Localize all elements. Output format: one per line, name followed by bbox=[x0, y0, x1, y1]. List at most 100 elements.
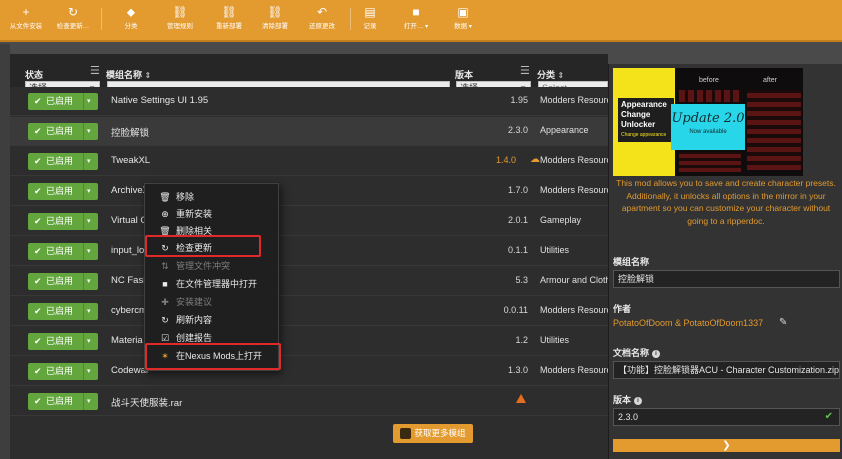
table-row[interactable]: ✔已启用▾ NC Fash 5.3 Armour and Clothing bbox=[10, 267, 608, 296]
manage-rules-button[interactable]: ⛓ 管理规则 bbox=[160, 4, 200, 34]
archive-name-label: 文档名称 i bbox=[613, 346, 661, 359]
chevron-down-icon[interactable]: ▾ bbox=[87, 213, 91, 230]
column-header-category[interactable]: 分类 ⇕ bbox=[537, 68, 564, 81]
version-field[interactable]: 2.3.0 ✔ bbox=[613, 408, 840, 426]
chevron-down-icon[interactable]: ▾ bbox=[87, 243, 91, 260]
redeploy-button[interactable]: ⛓ 重新部署 bbox=[209, 4, 249, 34]
banner-before-preview bbox=[679, 152, 741, 172]
info-icon[interactable]: i bbox=[652, 349, 661, 358]
mod-banner-image: before after Appearance Change Unlocker … bbox=[613, 68, 803, 176]
table-row[interactable]: ✔已启用▾ cybercm 0.0.11 Modders Resources bbox=[10, 297, 608, 326]
revert-changes-button[interactable]: ↶ 还原更改 bbox=[302, 4, 342, 34]
table-row[interactable]: ✔ 已启用 ▾ Virtual C 2.0.1 Gameplay bbox=[10, 207, 608, 236]
chevron-down-icon[interactable]: ▾ bbox=[87, 273, 91, 290]
table-row[interactable]: ✔已启用▾ Codewar 1.3.0 Modders Resources bbox=[10, 357, 608, 386]
enabled-status-button[interactable]: ✔ 已启用 ▾ bbox=[28, 183, 98, 200]
chevron-down-icon[interactable]: ▾ bbox=[87, 393, 91, 410]
enabled-status-button[interactable]: ✔ 已启用 ▾ bbox=[28, 363, 98, 380]
mod-version: 0.1.1 bbox=[507, 245, 528, 255]
table-row[interactable]: ✔ 已启用 ▾ Native Settings UI 1.95 1.95 Modde… bbox=[10, 87, 608, 116]
table-row[interactable]: ✔已启用▾ ArchiveXL 1.7.0 Modders Resources bbox=[10, 177, 608, 206]
divider bbox=[83, 213, 84, 230]
toolbar: + 从文件安装 ↻ 检查更新… ⬥ 分类 ⛓ 管理规则 ⛓ 重新部署 ⛓ 清除部… bbox=[0, 0, 842, 42]
column-header-version[interactable]: 版本 bbox=[455, 68, 473, 81]
check-icon: ✔ bbox=[34, 306, 42, 316]
list-icon[interactable]: ☰ bbox=[90, 66, 102, 77]
chevron-down-icon[interactable]: ▾ bbox=[87, 123, 91, 140]
warning-icon[interactable] bbox=[516, 394, 526, 403]
cloud-download-icon[interactable]: ☁ bbox=[530, 154, 540, 165]
menu-item-manage-conflicts[interactable]: ⇅ 管理文件冲突 bbox=[145, 258, 280, 275]
link-icon: ⛓ bbox=[221, 5, 237, 19]
table-row[interactable]: ✔ 已启用 ▾ 战斗天使服装.rar bbox=[10, 387, 608, 416]
get-more-mods-button[interactable]: 获取更多模组 bbox=[393, 424, 473, 443]
menu-item-refresh-content[interactable]: ↻ 刷新内容 bbox=[145, 312, 280, 329]
chevron-down-icon[interactable]: ▾ bbox=[87, 183, 91, 200]
enabled-status-button[interactable]: ✔ 已启用 ▾ bbox=[28, 93, 98, 110]
author-label: 作者 bbox=[613, 304, 632, 314]
enabled-status-button[interactable]: ✔ 已启用 ▾ bbox=[28, 333, 98, 350]
menu-item-open-in-file-manager[interactable]: ■ 在文件管理器中打开 bbox=[145, 276, 280, 293]
archive-name-field[interactable]: 【功能】控脸解锁器ACU - Character Customization.z… bbox=[613, 361, 840, 379]
category-button[interactable]: ⬥ 分类 bbox=[116, 4, 146, 34]
divider bbox=[83, 243, 84, 260]
mod-version-update-available[interactable]: 1.4.0 bbox=[468, 155, 516, 165]
check-updates-button[interactable]: ↻ 检查更新… bbox=[54, 4, 92, 34]
mod-name: Materia bbox=[111, 335, 143, 346]
mod-category: Utilities bbox=[540, 245, 570, 255]
enabled-status-button[interactable]: ✔ 已启用 ▾ bbox=[28, 213, 98, 230]
info-icon[interactable]: i bbox=[634, 396, 643, 405]
table-row[interactable]: ✔ 已启用 ▾ input_lo 0.1.1 Utilities bbox=[10, 237, 608, 266]
enabled-status-button[interactable]: ✔ 已启用 ▾ bbox=[28, 123, 98, 140]
mod-category: Utilities bbox=[540, 335, 570, 345]
enabled-status-button[interactable]: ✔ 已启用 ▾ bbox=[28, 273, 98, 290]
chevron-down-icon[interactable]: ▾ bbox=[87, 333, 91, 350]
save-icon: ▣ bbox=[457, 5, 469, 19]
expand-panel-button[interactable]: ❯ bbox=[613, 439, 840, 452]
data-button[interactable]: ▣ 数据 ▾ bbox=[450, 4, 476, 34]
pencil-icon[interactable]: ✎ bbox=[779, 317, 787, 328]
column-header-status[interactable]: 状态 bbox=[25, 68, 43, 81]
install-from-file-button[interactable]: + 从文件安装 bbox=[6, 4, 46, 34]
chevron-down-icon[interactable]: ▾ bbox=[87, 363, 91, 380]
list-icon[interactable]: ☰ bbox=[520, 66, 532, 77]
mod-category: Modders Resources bbox=[540, 155, 608, 165]
mod-name-field[interactable]: 控脸解锁 bbox=[613, 270, 840, 288]
link-icon: ⛓ bbox=[172, 5, 188, 19]
menu-item-remove[interactable]: 🗑 移除 bbox=[145, 189, 280, 206]
chevron-down-icon[interactable]: ▾ bbox=[87, 303, 91, 320]
chevron-down-icon: ▾ bbox=[467, 24, 472, 30]
mod-version: 1.95 bbox=[510, 95, 528, 105]
link-icon: ⛓ bbox=[267, 5, 283, 19]
document-icon: ▤ bbox=[364, 5, 376, 19]
chevron-down-icon: ▾ bbox=[423, 24, 429, 30]
check-icon: ✔ bbox=[34, 96, 42, 106]
table-row[interactable]: ✔ 已启用 ▾ Materia 1.2 Utilities bbox=[10, 327, 608, 356]
mod-category: Modders Resources bbox=[540, 185, 608, 195]
tag-icon: ⬥ bbox=[126, 5, 136, 19]
mod-category: Modders Resources bbox=[540, 365, 608, 375]
enabled-status-button[interactable]: ✔ 已启用 ▾ bbox=[28, 303, 98, 320]
enabled-status-button[interactable]: ✔ 已启用 ▾ bbox=[28, 153, 98, 170]
table-row[interactable]: ✔已启用▾ TweakXL 1.4.0 ☁ Modders Resources bbox=[10, 147, 608, 176]
mod-detail-panel: before after Appearance Change Unlocker … bbox=[608, 64, 842, 459]
banner-before-label: before bbox=[699, 77, 719, 84]
purge-button[interactable]: ⛓ 清除部署 bbox=[255, 4, 295, 34]
folder-icon: ■ bbox=[162, 279, 168, 289]
open-button[interactable]: ■ 打开… ▾ bbox=[402, 4, 430, 34]
folder-icon: ■ bbox=[412, 5, 420, 19]
enabled-status-button[interactable]: ✔ 已启用 ▾ bbox=[28, 393, 98, 410]
mod-category: Modders Resources bbox=[540, 95, 608, 105]
enabled-status-button[interactable]: ✔ 已启用 ▾ bbox=[28, 243, 98, 260]
table-row[interactable]: ✔ 已启用 ▾ 控脸解锁 2.3.0 Appearance bbox=[10, 117, 608, 146]
menu-item-install-suggestions[interactable]: ✚ 安装建议 bbox=[145, 294, 280, 311]
log-button[interactable]: ▤ 记录 bbox=[356, 4, 384, 34]
author-value: PotatoOfDoom & PotatoOfDoom1337 bbox=[613, 318, 764, 328]
conflict-icon: ⇅ bbox=[161, 261, 169, 271]
chevron-down-icon[interactable]: ▾ bbox=[87, 93, 91, 110]
reinstall-icon: ⊕ bbox=[161, 209, 169, 219]
column-header-name[interactable]: 模组名称 ⇕ bbox=[106, 68, 151, 81]
banner-after-label: after bbox=[763, 77, 778, 84]
chevron-down-icon[interactable]: ▾ bbox=[87, 153, 91, 170]
menu-item-reinstall[interactable]: ⊕ 重新安装 bbox=[145, 206, 280, 223]
